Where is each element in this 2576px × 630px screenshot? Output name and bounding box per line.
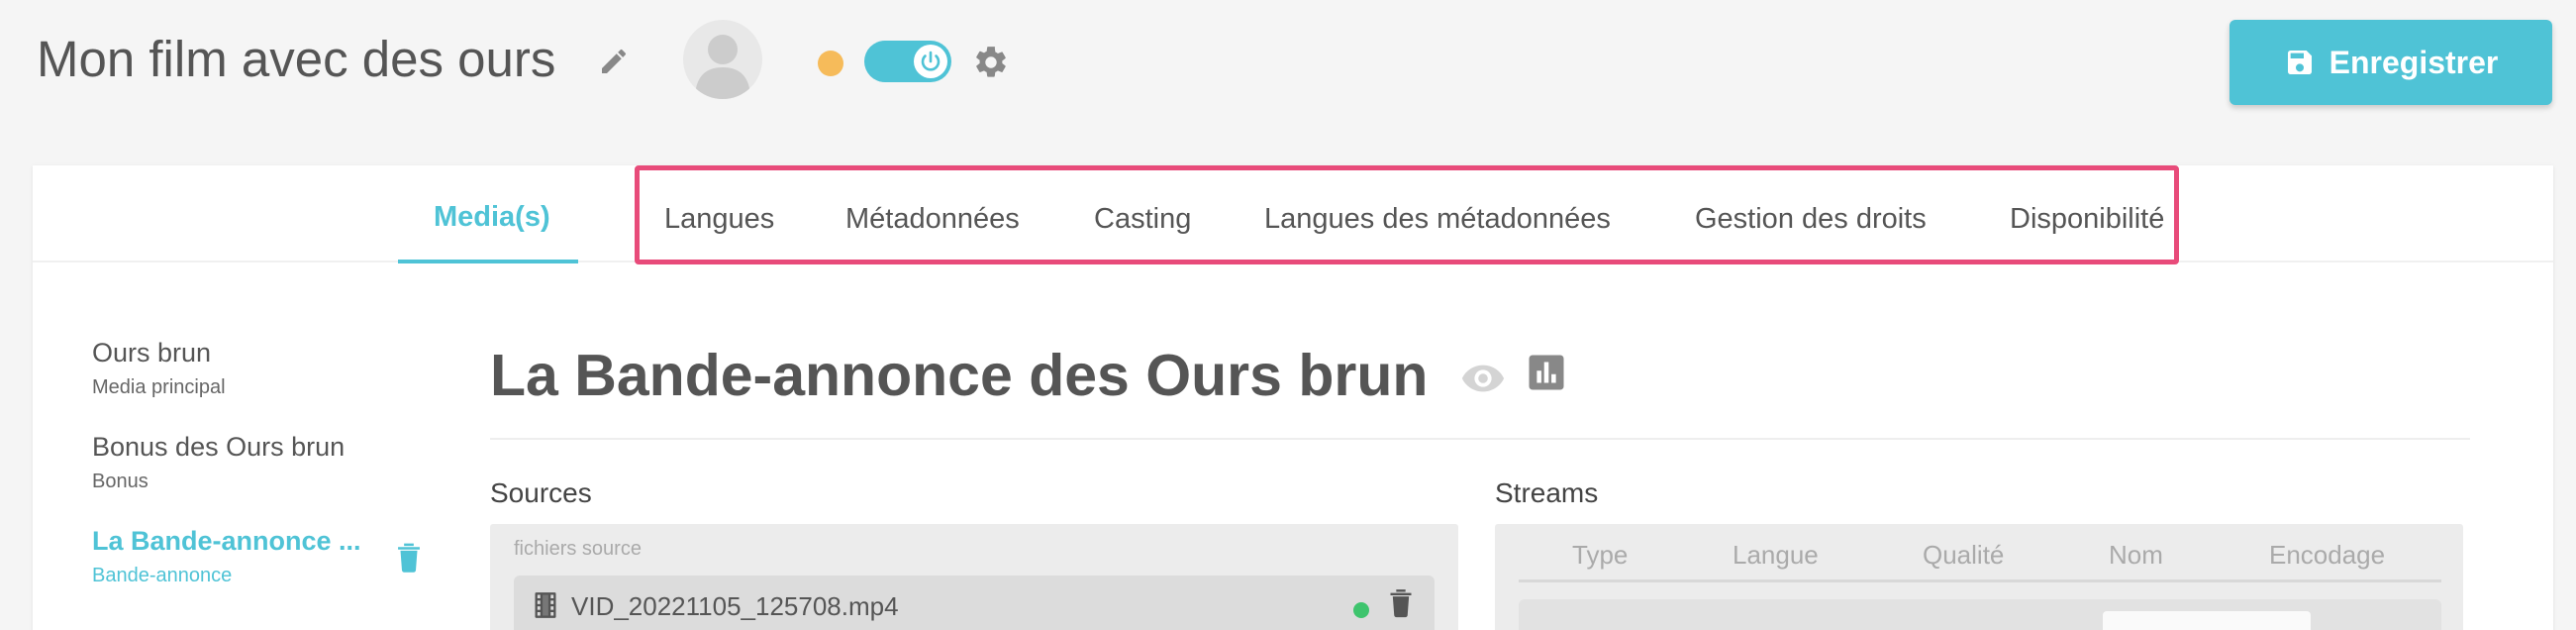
stream-col-encodage: Encodage <box>2269 540 2386 570</box>
floppy-disk-icon <box>2287 51 2312 74</box>
save-button[interactable]: Enregistrer <box>2229 20 2552 105</box>
trash-icon[interactable] <box>1387 585 1415 619</box>
sources-label: Sources <box>490 477 592 508</box>
stream-col-nom: Nom <box>2109 540 2163 570</box>
sidebar-item-title: Bonus des Ours brun <box>92 432 346 462</box>
toggle-knob <box>914 45 947 78</box>
sources-caption: fichiers source <box>514 538 642 560</box>
bar-chart-icon[interactable] <box>1526 352 1567 393</box>
source-file-name: VID_20221105_125708.mp4 <box>571 591 899 621</box>
tab-bar: Media(s) Langues Métadonnées Casting Lan… <box>33 165 2553 264</box>
save-button-label: Enregistrer <box>2328 44 2499 80</box>
streams-panel: Type Langue Qualité Nom Encodage <box>1495 524 2463 630</box>
gear-icon[interactable] <box>972 44 1010 81</box>
streams-label: Streams <box>1495 477 1599 508</box>
status-indicator <box>818 51 843 76</box>
media-title: La Bande-annonce des Ours brun <box>490 343 1429 408</box>
pencil-icon[interactable] <box>598 46 630 77</box>
section-divider <box>490 438 2470 440</box>
stream-name-field[interactable] <box>2103 611 2311 630</box>
film-icon <box>535 592 556 618</box>
user-silhouette-icon <box>695 35 750 99</box>
sidebar-item-bande-annonce[interactable]: La Bande-annonce ... Bande-annonce <box>92 526 361 587</box>
sidebar-item-ours-brun[interactable]: Ours brun Media principal <box>92 338 226 399</box>
media-card: Media(s) Langues Métadonnées Casting Lan… <box>33 165 2553 630</box>
stream-col-langue: Langue <box>1733 540 1819 570</box>
stream-header-divider <box>1519 579 2441 582</box>
stream-col-type: Type <box>1572 540 1629 570</box>
avatar[interactable] <box>683 20 762 99</box>
power-icon <box>921 51 941 71</box>
tab-label: Media(s) <box>434 201 550 233</box>
stream-row[interactable] <box>1519 599 2441 630</box>
publish-toggle[interactable] <box>864 41 951 82</box>
tabs-highlight-box <box>635 165 2179 264</box>
sidebar-item-subtitle: Media principal <box>92 376 226 398</box>
page-title: Mon film avec des ours <box>37 31 556 87</box>
sidebar-item-subtitle: Bonus <box>92 471 149 492</box>
trash-icon[interactable] <box>394 540 424 574</box>
sidebar-item-bonus[interactable]: Bonus des Ours brun Bonus <box>92 432 345 493</box>
source-file-row[interactable]: VID_20221105_125708.mp4 <box>514 576 1435 630</box>
sidebar-item-title: La Bande-annonce ... <box>92 526 361 556</box>
tab-medias[interactable]: Media(s) <box>398 165 578 263</box>
eye-icon[interactable] <box>1460 356 1506 401</box>
stream-col-qualite: Qualité <box>1923 540 2005 570</box>
sidebar-item-subtitle: Bande-annonce <box>92 565 233 586</box>
ready-status-dot <box>1353 602 1369 618</box>
sidebar-item-title: Ours brun <box>92 338 212 368</box>
sources-panel: fichiers source VID_20221105_125708.mp4 <box>490 524 1458 630</box>
